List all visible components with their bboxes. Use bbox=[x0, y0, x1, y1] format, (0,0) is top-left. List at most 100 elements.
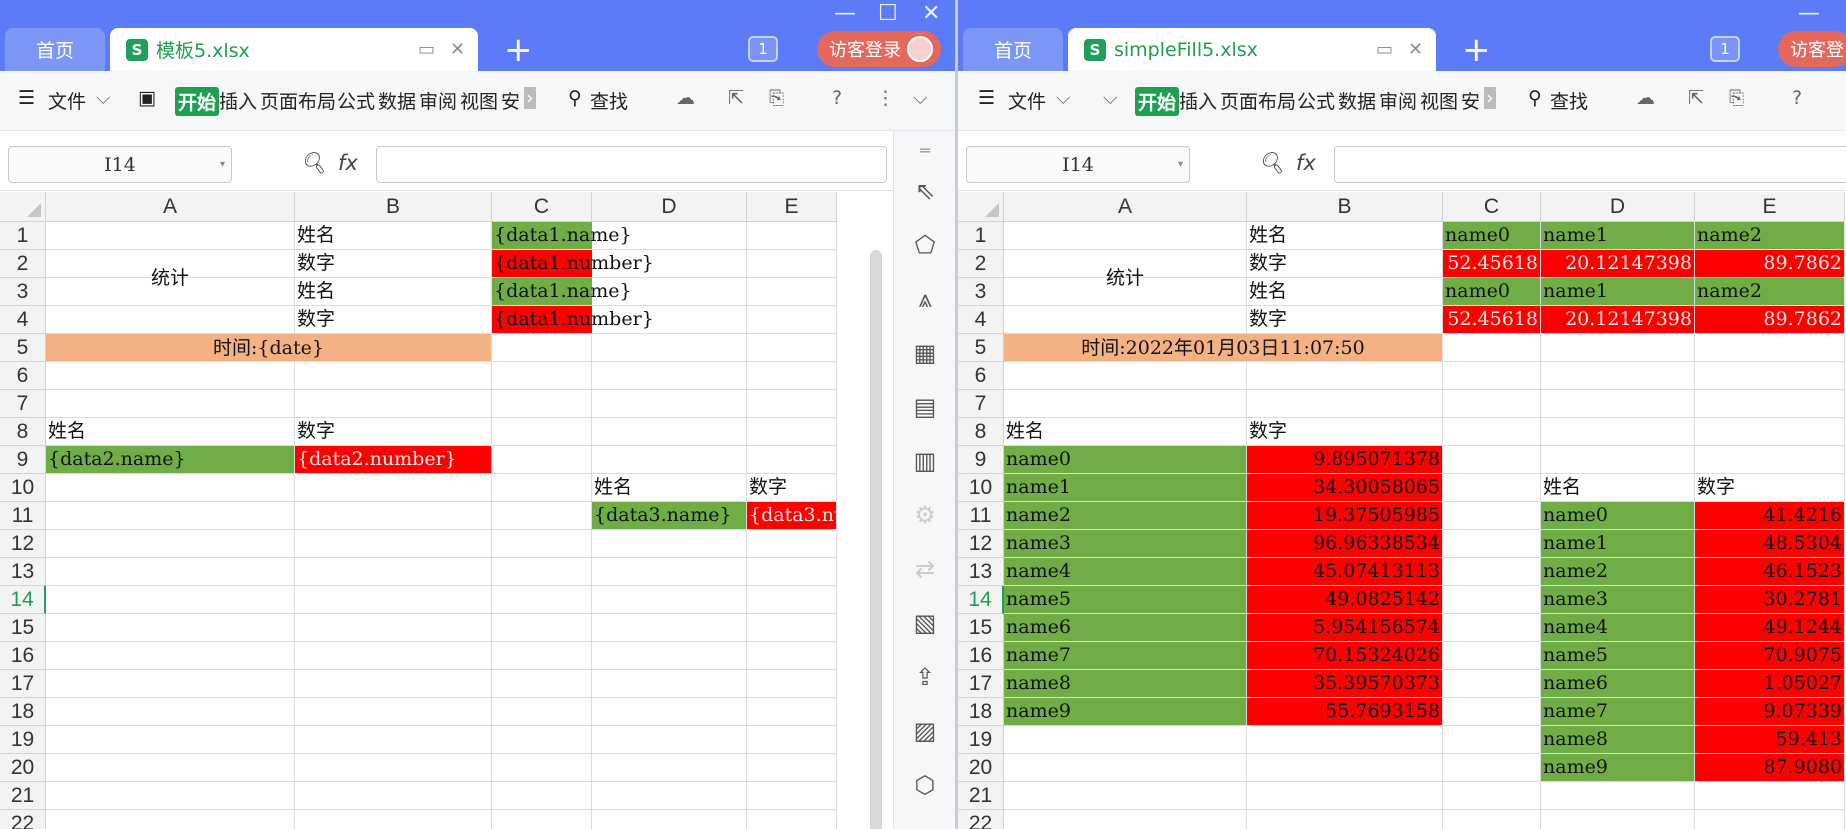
row-header[interactable]: 3 bbox=[958, 278, 1004, 306]
tab-view[interactable]: 视图 bbox=[1420, 87, 1458, 114]
list3-name-cell[interactable]: name9 bbox=[1541, 754, 1695, 782]
cell-c1[interactable]: name0 bbox=[1443, 222, 1541, 250]
image-gallery-icon[interactable]: ▧ bbox=[894, 609, 955, 637]
export-icon[interactable]: ⎘ bbox=[769, 87, 784, 109]
grid-cell[interactable] bbox=[492, 614, 592, 642]
list2-name-cell[interactable]: name1 bbox=[1004, 474, 1247, 502]
grid-cell[interactable] bbox=[1004, 754, 1247, 782]
grid-cell[interactable] bbox=[492, 474, 592, 502]
grid-cell[interactable] bbox=[1004, 782, 1247, 810]
download-icon[interactable]: ⬡ bbox=[894, 771, 955, 799]
grid-cell[interactable] bbox=[46, 474, 295, 502]
grid-cell[interactable] bbox=[1247, 782, 1443, 810]
grid-cell[interactable] bbox=[492, 670, 592, 698]
grid-cell[interactable] bbox=[1443, 558, 1541, 586]
close-tab-icon[interactable]: ✕ bbox=[1408, 39, 1423, 60]
select-all-corner[interactable] bbox=[0, 192, 46, 222]
list3-number-cell[interactable]: 1.05027 bbox=[1695, 670, 1845, 698]
grid-cell[interactable] bbox=[295, 558, 492, 586]
row-header[interactable]: 12 bbox=[0, 530, 46, 558]
cell-b4[interactable]: 数字 bbox=[295, 306, 492, 334]
list2-name-cell[interactable]: name3 bbox=[1004, 530, 1247, 558]
cell-c4[interactable]: {data1.number} bbox=[492, 306, 747, 334]
grid-cell[interactable] bbox=[1541, 446, 1695, 474]
tab-review[interactable]: 审阅 bbox=[419, 87, 457, 114]
grid-cell[interactable] bbox=[295, 698, 492, 726]
row-header[interactable]: 18 bbox=[958, 698, 1004, 726]
grid-cell[interactable] bbox=[492, 390, 592, 418]
shapes-icon[interactable]: ⬠ bbox=[894, 231, 955, 259]
row-header[interactable]: 2 bbox=[958, 250, 1004, 278]
grid-cell[interactable] bbox=[592, 754, 747, 782]
grid-cell[interactable] bbox=[1443, 390, 1541, 418]
list2-name-cell[interactable]: name9 bbox=[1004, 698, 1247, 726]
grid-cell[interactable] bbox=[46, 782, 295, 810]
row-header[interactable]: 19 bbox=[0, 726, 46, 754]
column-header[interactable]: D bbox=[1541, 192, 1695, 222]
list3-number-cell[interactable]: 59.413 bbox=[1695, 726, 1845, 754]
grid-cell[interactable] bbox=[592, 558, 747, 586]
row-header[interactable]: 10 bbox=[0, 474, 46, 502]
grid-cell[interactable] bbox=[1541, 334, 1695, 362]
grid-cell[interactable] bbox=[492, 446, 592, 474]
grid-cell[interactable] bbox=[1695, 782, 1845, 810]
select-all-corner[interactable] bbox=[958, 192, 1004, 222]
list3-number-cell[interactable]: 48.5304 bbox=[1695, 530, 1845, 558]
list2-number-cell[interactable]: 34.30058065 bbox=[1247, 474, 1443, 502]
cell-b1[interactable]: 姓名 bbox=[1247, 222, 1443, 250]
column-header[interactable]: E bbox=[747, 192, 837, 222]
tab-review[interactable]: 审阅 bbox=[1379, 87, 1417, 114]
grid-cell[interactable] bbox=[592, 586, 747, 614]
row-header[interactable]: 1 bbox=[0, 222, 46, 250]
list3-name-cell[interactable]: name5 bbox=[1541, 642, 1695, 670]
grid-cell[interactable] bbox=[295, 586, 492, 614]
cell-b1[interactable]: 姓名 bbox=[295, 222, 492, 250]
cell-d10[interactable]: 姓名 bbox=[592, 474, 747, 502]
fx-icon[interactable]: fx bbox=[338, 151, 358, 175]
chevron-down-icon[interactable]: ⌵ bbox=[96, 87, 110, 109]
grid-cell[interactable] bbox=[295, 614, 492, 642]
file-menu[interactable]: 文件 bbox=[48, 87, 86, 114]
grid-cell[interactable] bbox=[1443, 642, 1541, 670]
tab-formula[interactable]: 公式 bbox=[1297, 87, 1335, 114]
list3-number-cell[interactable]: 46.1523 bbox=[1695, 558, 1845, 586]
grid-cell[interactable] bbox=[747, 614, 837, 642]
cell-e3[interactable]: name2 bbox=[1695, 278, 1845, 306]
close-window-icon[interactable]: ✕ bbox=[922, 0, 940, 28]
cell-b2[interactable]: 数字 bbox=[295, 250, 492, 278]
list3-number-cell[interactable]: 87.9080 bbox=[1695, 754, 1845, 782]
grid-cell[interactable] bbox=[1247, 754, 1443, 782]
list3-name-cell[interactable]: name2 bbox=[1541, 558, 1695, 586]
row-header[interactable]: 17 bbox=[958, 670, 1004, 698]
grid-cell[interactable] bbox=[747, 726, 837, 754]
grid-cell[interactable] bbox=[46, 362, 295, 390]
grid-cell[interactable] bbox=[295, 782, 492, 810]
tab-file[interactable]: S simpleFill5.xlsx ▭ ✕ bbox=[1068, 28, 1436, 71]
window-count-badge[interactable]: 1 bbox=[748, 36, 778, 62]
list2-name-cell[interactable]: name8 bbox=[1004, 670, 1247, 698]
grid-cell[interactable] bbox=[592, 334, 747, 362]
tab-data[interactable]: 数据 bbox=[1338, 87, 1376, 114]
grid-cell[interactable] bbox=[747, 390, 837, 418]
grid-cell[interactable] bbox=[1443, 362, 1541, 390]
ribbon-scroll-right-icon[interactable]: › bbox=[1484, 87, 1496, 109]
grid-cell[interactable] bbox=[592, 810, 747, 829]
grid-cell[interactable] bbox=[1247, 390, 1443, 418]
grid-cell[interactable] bbox=[295, 810, 492, 829]
grid-cell[interactable] bbox=[46, 502, 295, 530]
grid-cell[interactable] bbox=[1443, 726, 1541, 754]
column-header[interactable]: C bbox=[1443, 192, 1541, 222]
grid-cell[interactable] bbox=[747, 782, 837, 810]
cell-a8[interactable]: 姓名 bbox=[1004, 418, 1247, 446]
list2-name-cell[interactable]: name2 bbox=[1004, 502, 1247, 530]
cell-a8[interactable]: 姓名 bbox=[46, 418, 295, 446]
select-pointer-icon[interactable]: ⇖ bbox=[894, 177, 955, 205]
cell-a5-date[interactable]: 时间:2022年01月03日11:07:50 bbox=[1004, 334, 1443, 362]
cell-d11[interactable]: {data3.name} bbox=[592, 502, 747, 530]
grid-cell[interactable] bbox=[492, 502, 592, 530]
grid-cell[interactable] bbox=[46, 390, 295, 418]
grid-cell[interactable] bbox=[295, 530, 492, 558]
cell-b3[interactable]: 姓名 bbox=[1247, 278, 1443, 306]
zoom-search-icon[interactable]: 🔍︎ bbox=[300, 151, 327, 176]
grid-cell[interactable] bbox=[295, 754, 492, 782]
